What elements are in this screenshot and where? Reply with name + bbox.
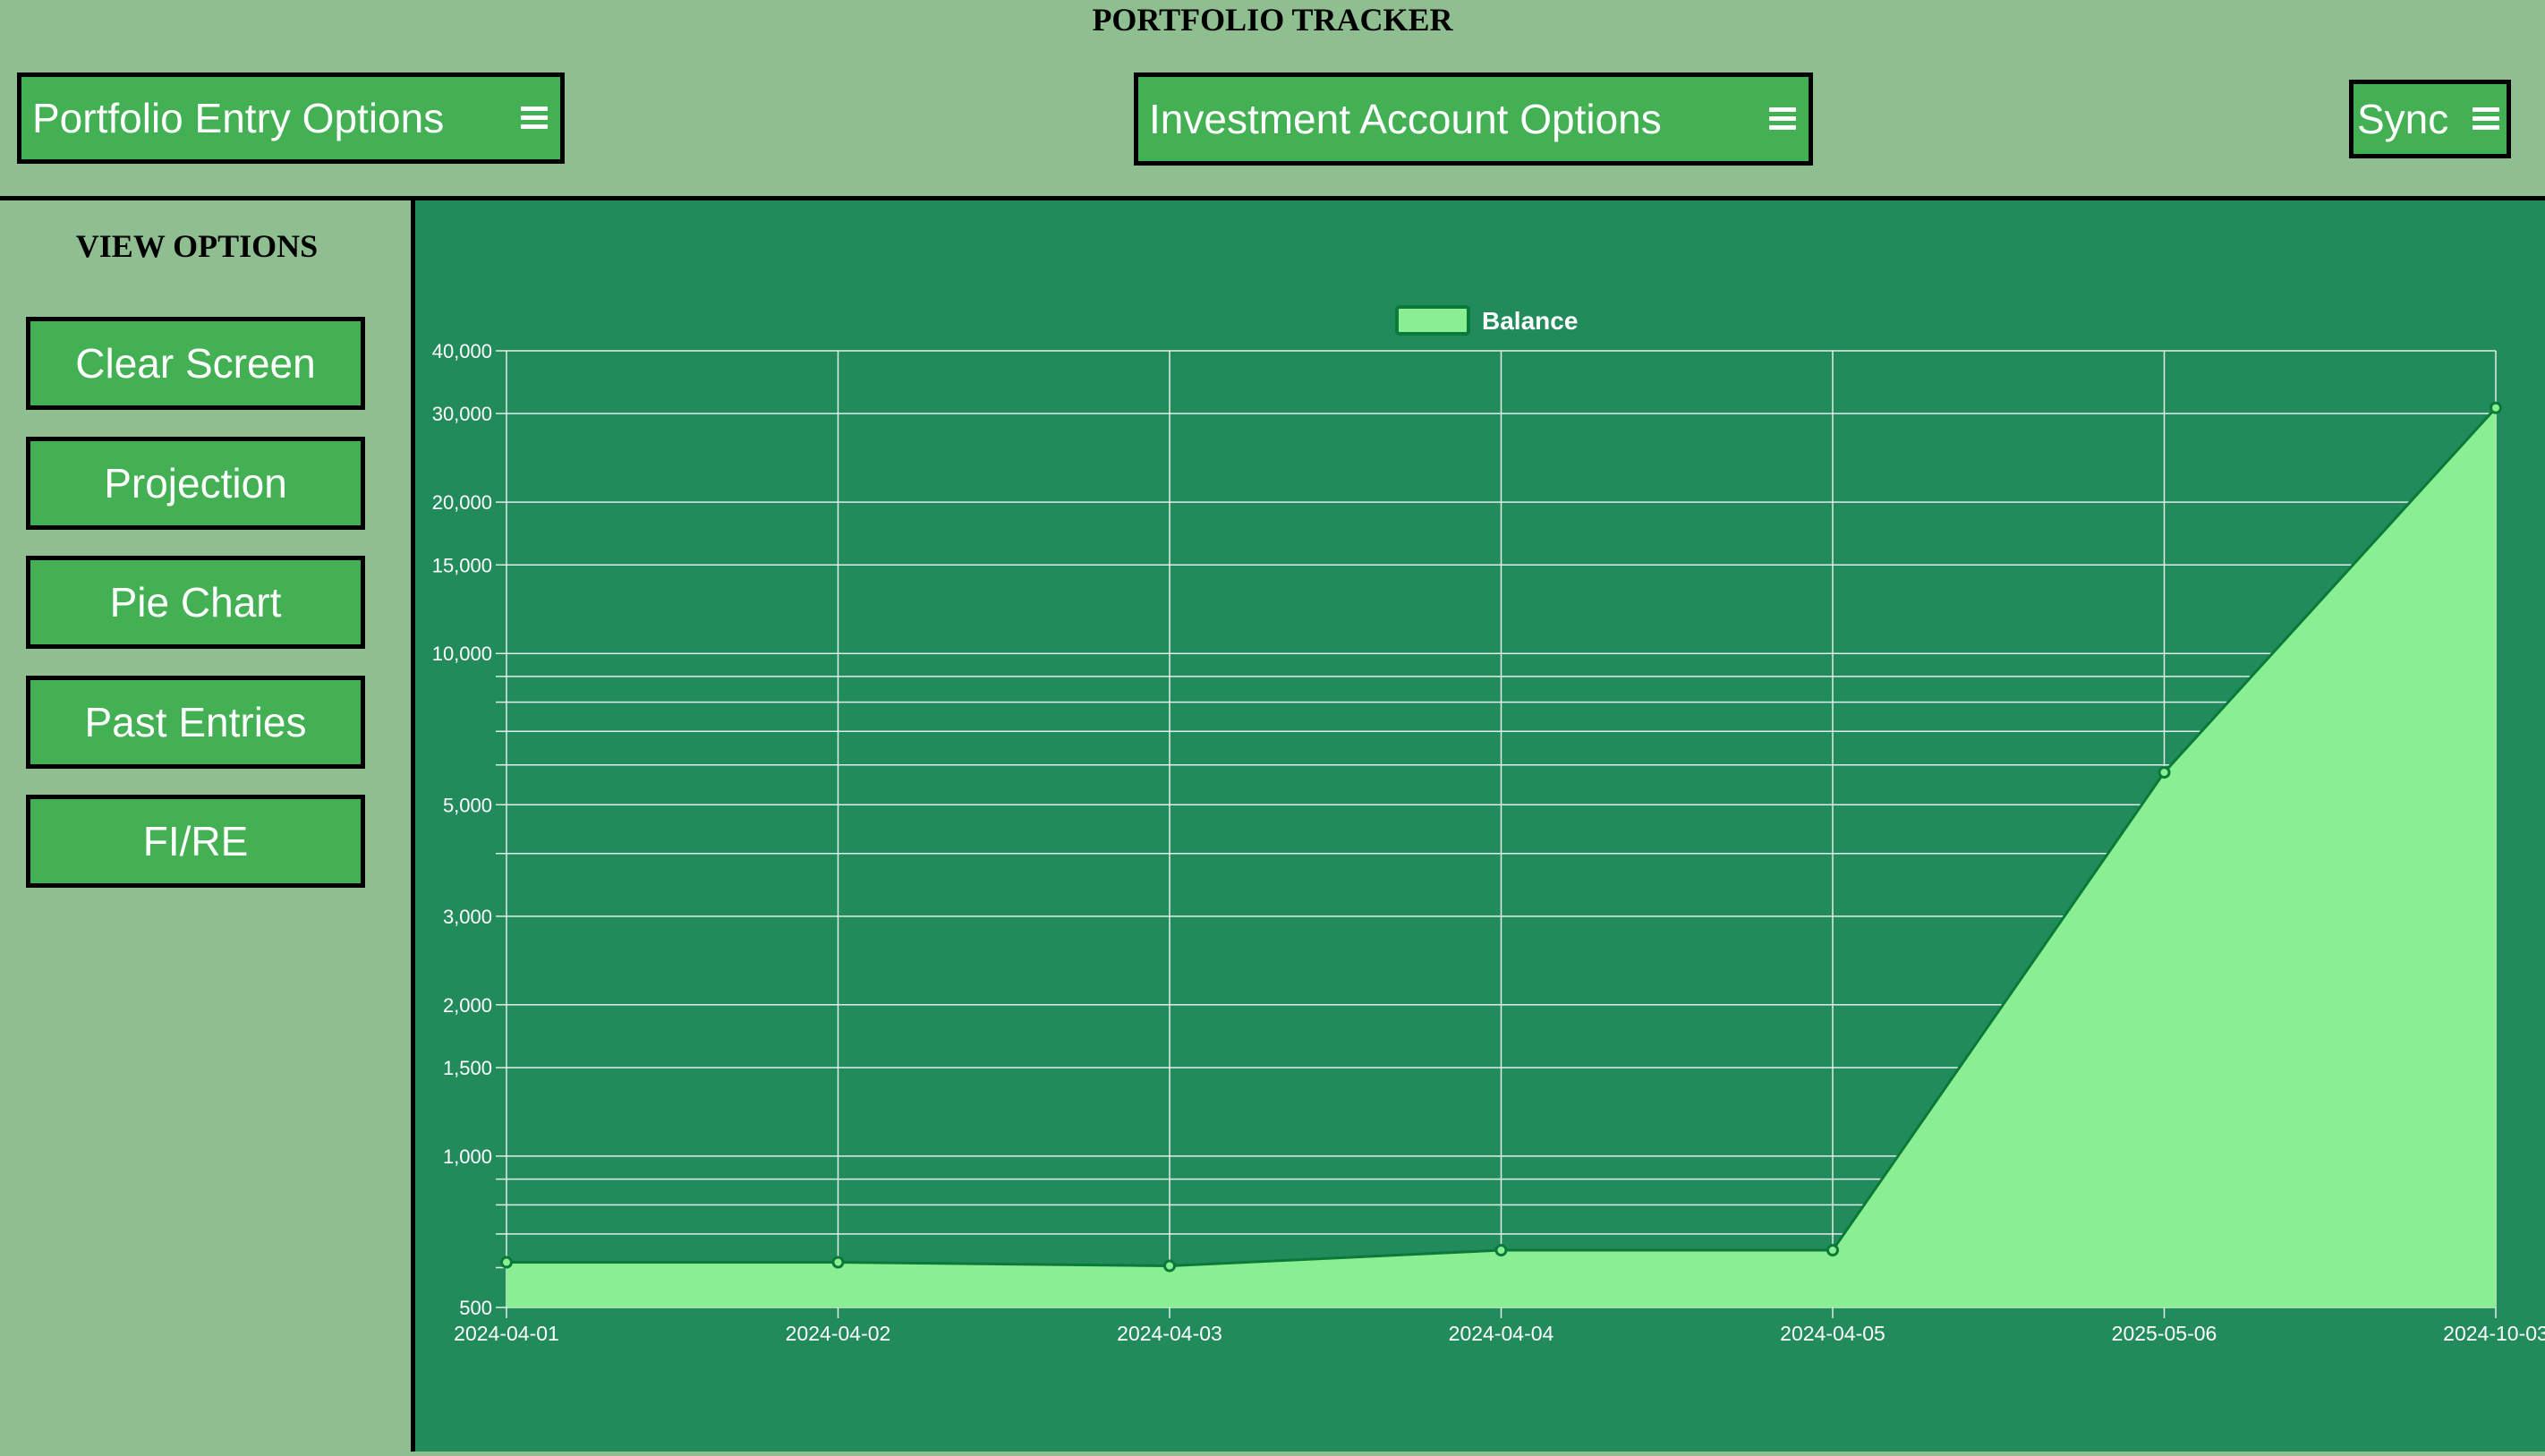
balance-point[interactable] [2158, 766, 2171, 779]
hamburger-menu-icon [2473, 107, 2499, 131]
header-bar: PORTFOLIO TRACKER Portfolio Entry Option… [0, 0, 2545, 200]
legend-label[interactable]: Balance [1482, 307, 1578, 335]
sync-label: Sync [2357, 96, 2449, 142]
balance-point[interactable] [831, 1256, 845, 1269]
investment-account-options-label: Investment Account Options [1149, 96, 1662, 142]
past-entries-button[interactable]: Past Entries [26, 676, 365, 769]
view-options-title: VIEW OPTIONS [75, 228, 319, 264]
portfolio-entry-options-label: Portfolio Entry Options [32, 95, 445, 141]
investment-account-options-button[interactable]: Investment Account Options [1134, 72, 1813, 166]
y-tick-label: 2,000 [443, 994, 492, 1017]
hamburger-menu-icon [1769, 107, 1796, 131]
y-tick-label: 10,000 [432, 643, 492, 665]
x-tick-label: 2025-05-06 [2112, 1322, 2217, 1345]
view-options-sidebar: VIEW OPTIONS Clear Screen Projection Pie… [0, 200, 415, 1452]
x-tick-label: 2024-04-04 [1449, 1322, 1554, 1345]
balance-chart: 500 1,000 1,500 2,000 3,000 5,000 10,000 15,000… [432, 305, 2545, 1345]
chart-panel: 500 1,000 1,500 2,000 3,000 5,000 10,000 15,000… [415, 200, 2545, 1452]
projection-button[interactable]: Projection [26, 437, 365, 530]
app-title: PORTFOLIO TRACKER [1092, 2, 1453, 38]
legend-swatch[interactable] [1395, 305, 1470, 336]
balance-point[interactable] [1494, 1243, 1508, 1256]
balance-point[interactable] [1163, 1259, 1176, 1273]
fire-button[interactable]: FI/RE [26, 795, 365, 888]
x-tick-label: 2024-10-03 [2443, 1322, 2545, 1345]
y-tick-label: 500 [459, 1297, 492, 1319]
x-tick-label: 2024-04-01 [454, 1322, 559, 1345]
y-tick-label: 20,000 [432, 491, 492, 514]
y-tick-label: 15,000 [432, 554, 492, 576]
balance-point[interactable] [1826, 1243, 1839, 1256]
x-tick-label: 2024-04-03 [1117, 1322, 1222, 1345]
sync-button[interactable]: Sync [2349, 80, 2511, 158]
balance-point[interactable] [500, 1256, 513, 1269]
x-tick-label: 2024-04-05 [1780, 1322, 1885, 1345]
clear-screen-button[interactable]: Clear Screen [26, 317, 365, 410]
portfolio-entry-options-button[interactable]: Portfolio Entry Options [17, 72, 565, 164]
y-tick-label: 1,000 [443, 1145, 492, 1168]
hamburger-menu-icon [521, 106, 548, 130]
y-tick-label: 40,000 [432, 340, 492, 362]
y-tick-label: 30,000 [432, 403, 492, 425]
y-tick-label: 5,000 [443, 794, 492, 816]
y-tick-label: 3,000 [443, 906, 492, 928]
x-tick-label: 2024-04-02 [786, 1322, 891, 1345]
pie-chart-button[interactable]: Pie Chart [26, 556, 365, 649]
y-tick-label: 1,500 [443, 1057, 492, 1079]
balance-point[interactable] [2490, 401, 2502, 414]
